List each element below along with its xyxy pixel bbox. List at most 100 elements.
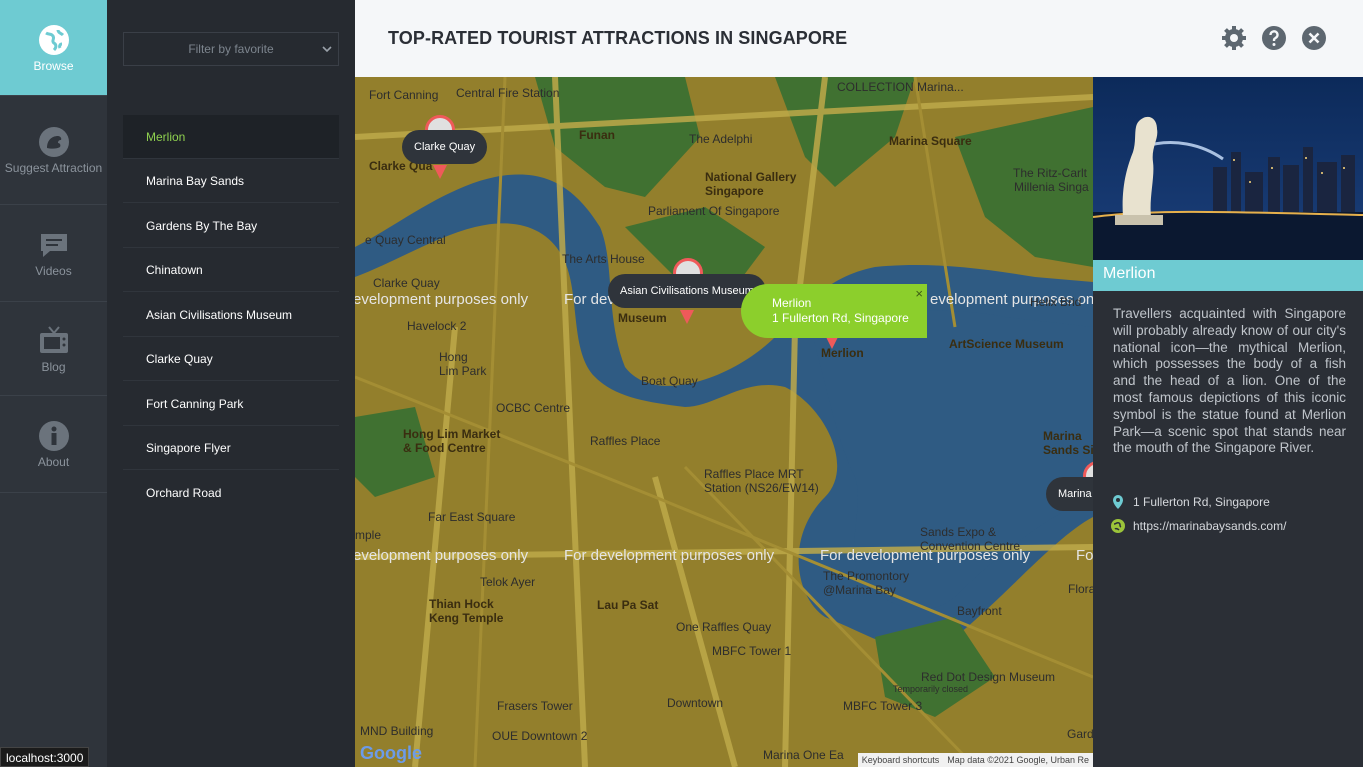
map[interactable]: evelopment purposes only For development… <box>355 77 1093 767</box>
attraction-item-label: Fort Canning Park <box>146 396 244 411</box>
attraction-item-label: Gardens By The Bay <box>146 218 258 233</box>
map-label: Hong Lim Market & Food Centre <box>403 427 501 455</box>
map-label: Raffles Place MRT Station (NS26/EW14) <box>704 467 819 495</box>
attraction-item-label: Orchard Road <box>146 486 222 500</box>
attraction-item-label: Singapore Flyer <box>146 440 231 455</box>
pin-label-text: Asian Civilisations Museum <box>620 285 754 297</box>
map-label: Hong Lim Park <box>439 350 487 378</box>
nav-blog[interactable]: Blog <box>0 302 107 396</box>
map-label: Thian Hock Keng Temple <box>429 597 504 625</box>
google-logo[interactable]: Google <box>360 743 422 764</box>
pin-label-text: Clarke Quay <box>414 141 476 153</box>
map-label: OUE Downtown 2 <box>492 729 588 743</box>
map-label: Floral Fa <box>1068 582 1093 596</box>
globe-icon <box>38 24 70 56</box>
nav-suggest-attraction[interactable]: Suggest Attraction <box>0 96 107 205</box>
map-label: Parliament Of Singapore <box>648 204 780 218</box>
attraction-item[interactable]: Singapore Flyer <box>123 426 339 470</box>
nav-blog-label: Blog <box>41 359 66 374</box>
nav-rail: Browse Suggest Attraction Videos Blog Ab… <box>0 0 107 767</box>
map-label: Marina Square <box>889 134 972 148</box>
map-watermark: Fo <box>1076 547 1093 564</box>
detail-website-link[interactable]: https://marinabaysands.com/ <box>1133 519 1286 533</box>
attraction-item[interactable]: Orchard Road <box>123 471 339 515</box>
pin-marker-icon <box>433 165 447 179</box>
attraction-item[interactable]: Asian Civilisations Museum <box>123 293 339 337</box>
tv-icon <box>38 325 70 357</box>
map-label: ArtScience Museum <box>949 337 1064 351</box>
attraction-item[interactable]: Marina Bay Sands <box>123 159 339 203</box>
attraction-list-panel: Filter by favorite Merlion Marina Bay Sa… <box>107 0 355 767</box>
nav-videos[interactable]: Videos <box>0 205 107 302</box>
map-label: OCBC Centre <box>496 401 571 415</box>
detail-address: 1 Fullerton Rd, Singapore <box>1133 495 1270 509</box>
chevron-down-icon <box>322 43 332 57</box>
attraction-item[interactable]: Chinatown <box>123 248 339 292</box>
map-footer: Keyboard shortcuts Map data ©2021 Google… <box>857 753 1093 767</box>
map-label: Red Dot Design Museum <box>921 670 1056 684</box>
map-label: Boat Quay <box>641 374 698 388</box>
pin-marker-icon <box>680 310 694 324</box>
settings-button[interactable] <box>1221 25 1247 51</box>
attraction-item[interactable]: Gardens By The Bay <box>123 204 339 248</box>
header: TOP-RATED TOURIST ATTRACTIONS IN SINGAPO… <box>355 0 1363 77</box>
map-label: Clarke Quay <box>373 276 440 290</box>
map-watermark: For development purposes only <box>564 547 775 564</box>
gear-icon <box>1221 26 1247 55</box>
map-label: Havelock 2 <box>407 319 467 333</box>
map-label: e Quay Central <box>365 233 446 247</box>
map-label: MBFC Tower 1 <box>712 644 792 658</box>
map-label: The Arts House <box>562 252 645 266</box>
nav-browse[interactable]: Browse <box>0 0 107 96</box>
attraction-item[interactable]: Fort Canning Park <box>123 382 339 426</box>
keyboard-shortcuts-link[interactable]: Keyboard shortcuts <box>862 755 940 765</box>
popup-address: 1 Fullerton Rd, Singapore <box>772 311 909 325</box>
close-button[interactable] <box>1301 25 1327 51</box>
map-label: Downtown <box>667 696 724 710</box>
map-label: Lau Pa Sat <box>597 598 659 612</box>
merlion-icon <box>38 126 70 158</box>
map-pin-label[interactable]: Clarke Quay <box>402 130 488 164</box>
map-label: Marina One Ea <box>763 748 844 762</box>
help-icon <box>1261 26 1287 55</box>
map-label: Temporarily closed <box>893 684 969 694</box>
attraction-item-label: Clarke Quay <box>146 351 213 366</box>
map-label: Central Fire Station <box>456 86 560 100</box>
favorite-filter-select[interactable]: Filter by favorite <box>123 32 339 66</box>
map-label: The Promontory @Marina Bay <box>823 569 910 597</box>
attraction-item-label: Asian Civilisations Museum <box>146 307 293 322</box>
info-icon <box>38 420 70 452</box>
popup-close-button[interactable]: × <box>915 286 923 301</box>
attraction-item-label: Chinatown <box>146 262 203 277</box>
map-label: Far East Square <box>428 510 516 524</box>
map-attribution: Map data ©2021 Google, Urban Re <box>947 755 1089 765</box>
detail-address-row: 1 Fullerton Rd, Singapore <box>1111 495 1270 509</box>
chat-icon <box>38 229 70 261</box>
map-label: Millenia Singa <box>1014 180 1089 194</box>
close-icon <box>1301 26 1327 55</box>
popup-name: Merlion <box>772 296 812 310</box>
map-label: Funan <box>579 128 615 142</box>
nav-about[interactable]: About <box>0 396 107 493</box>
attraction-item[interactable]: Clarke Quay <box>123 337 339 381</box>
nav-videos-label: Videos <box>35 264 72 278</box>
map-label: Sands Expo & Convention Centre <box>920 525 1021 553</box>
attraction-item-label: Marina Bay Sands <box>146 173 245 188</box>
attraction-item[interactable]: Merlion <box>123 115 339 159</box>
nav-suggest-label: Suggest Attraction <box>4 161 103 175</box>
map-pin-label[interactable]: Marina <box>1046 477 1093 511</box>
location-pin-icon <box>1111 495 1125 509</box>
detail-website-row[interactable]: https://marinabaysands.com/ <box>1111 519 1286 533</box>
detail-description: Travellers acquainted with Singapore wil… <box>1113 306 1346 456</box>
nav-browse-label: Browse <box>33 58 74 73</box>
map-info-popup[interactable]: Merlion 1 Fullerton Rd, Singapore × <box>741 284 927 338</box>
map-label: One Raffles Quay <box>676 620 772 634</box>
detail-title: Merlion <box>1093 260 1363 291</box>
map-label: Museum <box>618 311 667 325</box>
map-label: Raffles Place <box>590 434 661 448</box>
map-label: Helix Brid <box>1030 295 1082 309</box>
filter-placeholder: Filter by favorite <box>188 42 274 56</box>
map-watermark: evelopment purposes only <box>355 547 529 564</box>
help-button[interactable] <box>1261 25 1287 51</box>
nav-about-label: About <box>37 455 70 469</box>
